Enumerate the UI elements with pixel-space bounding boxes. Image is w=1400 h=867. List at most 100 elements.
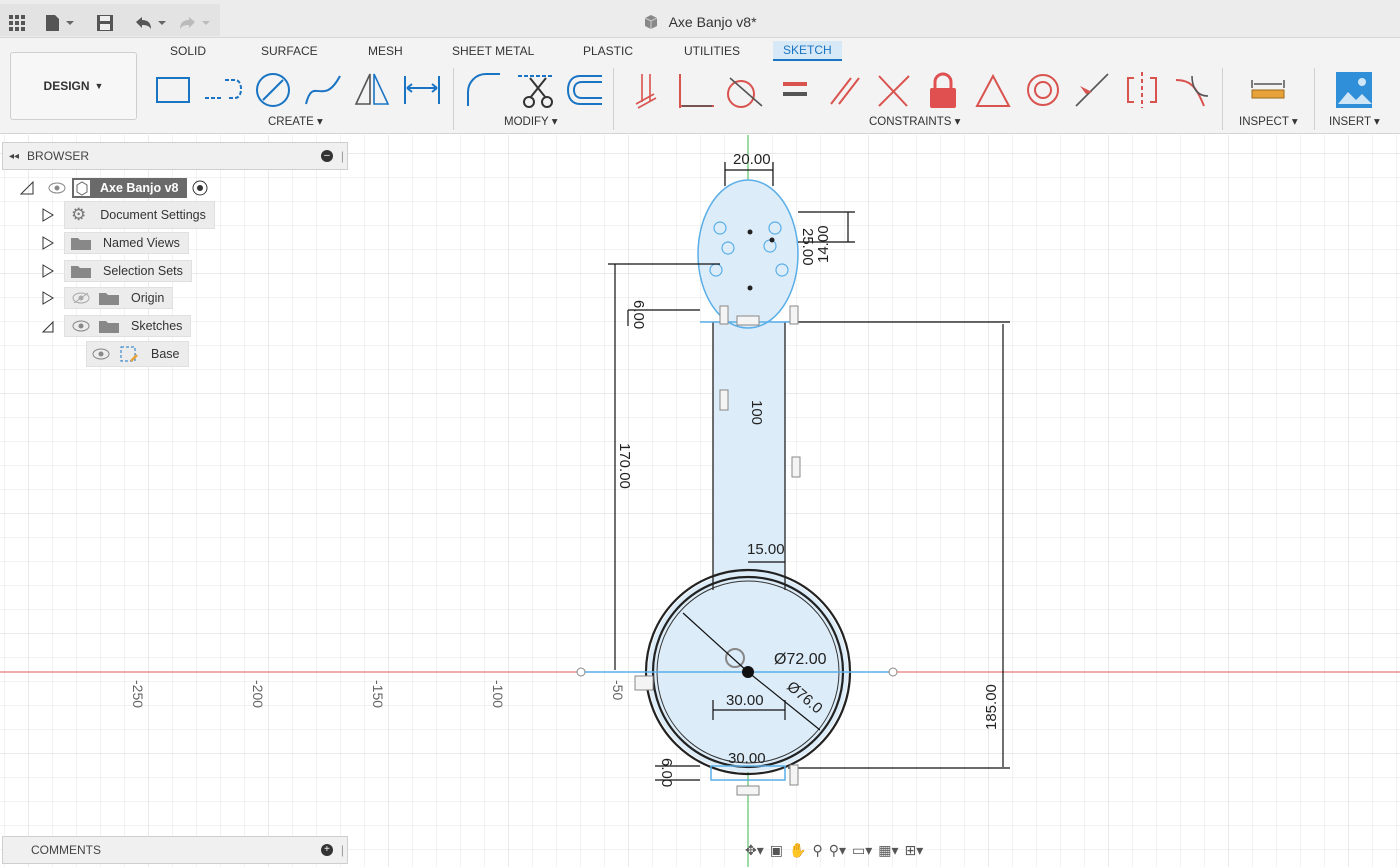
curvature-constraint-icon[interactable] <box>1172 70 1212 110</box>
title-bar: Axe Banjo v8* <box>0 0 1400 38</box>
hidden-eye-icon[interactable] <box>71 292 91 304</box>
tab-solid[interactable]: SOLID <box>170 44 206 58</box>
look-at-icon[interactable]: ▣ <box>770 842 783 859</box>
grid-settings-icon[interactable]: ▦▾ <box>878 842 898 859</box>
dimension-label[interactable]: 14.00 <box>815 225 832 263</box>
tree-item-named-views[interactable]: Named Views <box>42 232 189 254</box>
tree-label-box[interactable]: Base <box>86 341 189 367</box>
midpoint-constraint-icon[interactable] <box>1072 70 1112 110</box>
dimension-label[interactable]: 20.00 <box>733 151 771 168</box>
tree-item-label: Document Settings <box>100 208 206 222</box>
zoom-icon[interactable]: ⚲ <box>812 842 822 859</box>
dimension-label[interactable]: 185.00 <box>983 684 1000 730</box>
tree-label-box[interactable]: Named Views <box>64 232 189 254</box>
tangent-constraint-icon[interactable] <box>724 70 764 110</box>
root-component[interactable]: Axe Banjo v8 <box>72 178 187 198</box>
tab-plastic[interactable]: PLASTIC <box>583 44 633 58</box>
collapse-panel-icon[interactable]: ◂◂ <box>9 151 19 162</box>
visibility-eye-icon[interactable] <box>91 348 111 360</box>
tree-label-box[interactable]: ⚙ Document Settings <box>64 201 215 229</box>
symmetry-constraint-icon[interactable] <box>1122 70 1162 110</box>
tree-item-selection-sets[interactable]: Selection Sets <box>42 260 192 282</box>
expand-triangle-icon[interactable] <box>20 181 34 195</box>
minimize-icon[interactable]: – <box>320 150 333 162</box>
modify-group-label[interactable]: MODIFY ▾ <box>504 114 557 128</box>
parallel-constraint-icon[interactable] <box>825 70 865 110</box>
panel-grip-icon[interactable]: | <box>341 149 344 163</box>
sketch-canvas[interactable]: -250 -200 -150 -100 -50 20.00 14.00 25.0… <box>0 135 1400 867</box>
folder-icon <box>99 293 119 305</box>
dimension-label[interactable]: 25.00 <box>799 228 816 266</box>
spline-tool-icon[interactable] <box>303 70 343 110</box>
fix-lock-icon[interactable] <box>923 70 963 110</box>
display-settings-icon[interactable]: ▭▾ <box>852 842 872 859</box>
constraints-group-label[interactable]: CONSTRAINTS ▾ <box>869 114 960 128</box>
dimension-label[interactable]: 6.00 <box>630 300 647 329</box>
collinear-constraint-icon[interactable] <box>676 70 716 110</box>
tree-item-label: Selection Sets <box>103 264 183 278</box>
ribbon: SOLID SURFACE MESH SHEET METAL PLASTIC U… <box>0 38 1400 134</box>
equal-constraint-icon[interactable] <box>775 70 815 110</box>
rectangle-tool-icon[interactable] <box>153 70 193 110</box>
tab-sketch[interactable]: SKETCH <box>773 41 842 61</box>
dimension-label[interactable]: 6.00 <box>658 758 675 787</box>
visibility-eye-icon[interactable] <box>71 320 91 332</box>
perpendicular-constraint-icon[interactable] <box>873 70 913 110</box>
mirror-tool-icon[interactable] <box>352 70 392 110</box>
tab-mesh[interactable]: MESH <box>368 44 403 58</box>
separator <box>1314 68 1315 130</box>
trim-tool-icon[interactable] <box>516 70 556 110</box>
activate-radio-icon[interactable] <box>191 179 209 197</box>
line-endpoint[interactable] <box>888 667 898 677</box>
measure-ruler-icon[interactable] <box>1248 70 1288 110</box>
tree-root[interactable]: Axe Banjo v8 <box>20 177 209 199</box>
orbit-icon[interactable]: ✥▾ <box>745 842 764 859</box>
line-tool-icon[interactable] <box>203 70 243 110</box>
tree-item-sketches[interactable]: Sketches <box>42 315 192 337</box>
concentric-constraint-icon[interactable] <box>1023 70 1063 110</box>
dimension-label[interactable]: Ø72.00 <box>774 651 827 668</box>
line-endpoint[interactable] <box>576 667 586 677</box>
inspect-group-label[interactable]: INSPECT ▾ <box>1239 114 1298 128</box>
separator <box>613 68 614 130</box>
panel-grip-icon[interactable]: | <box>341 843 344 857</box>
dimension-label[interactable]: 30.00 <box>728 750 766 767</box>
tick-label: -50 <box>610 680 626 700</box>
tab-sheet-metal[interactable]: SHEET METAL <box>452 44 534 58</box>
expand-triangle-icon[interactable] <box>42 236 54 250</box>
tree-item-document-settings[interactable]: ⚙ Document Settings <box>42 201 215 229</box>
expand-triangle-icon[interactable] <box>42 291 54 305</box>
expanded-triangle-icon[interactable] <box>42 319 54 333</box>
workspace-switcher[interactable]: DESIGN ▼ <box>10 52 137 120</box>
add-comment-icon[interactable]: + <box>320 844 333 856</box>
triangle-constraint-icon[interactable] <box>973 70 1013 110</box>
circle-tool-icon[interactable] <box>253 70 293 110</box>
workspace-label: DESIGN <box>43 79 90 93</box>
tree-item-origin[interactable]: Origin <box>42 287 174 309</box>
dimension-tool-icon[interactable] <box>402 70 442 110</box>
tree-label-box[interactable]: Selection Sets <box>64 260 192 282</box>
coincident-constraint-icon[interactable] <box>626 70 666 110</box>
tree-label-box[interactable]: Sketches <box>64 315 192 337</box>
dimension-label[interactable]: 30.00 <box>726 692 764 709</box>
insert-image-icon[interactable] <box>1334 70 1374 110</box>
dimension-label[interactable]: 15.00 <box>747 541 785 558</box>
viewports-icon[interactable]: ⊞▾ <box>905 842 924 859</box>
tick-label: -200 <box>250 680 266 708</box>
offset-tool-icon[interactable] <box>564 70 604 110</box>
visibility-eye-icon[interactable] <box>48 182 66 194</box>
dimension-label[interactable]: 170.00 <box>616 443 633 489</box>
tab-surface[interactable]: SURFACE <box>261 44 318 58</box>
fit-icon[interactable]: ⚲▾ <box>829 842 846 859</box>
tree-label-box[interactable]: Origin <box>64 287 174 309</box>
expand-triangle-icon[interactable] <box>42 208 54 222</box>
dimension-label[interactable]: 100 <box>748 400 765 425</box>
create-group-label[interactable]: CREATE ▾ <box>268 114 323 128</box>
fillet-tool-icon[interactable] <box>464 70 504 110</box>
insert-group-label[interactable]: INSERT ▾ <box>1329 114 1380 128</box>
tree-item-base-sketch[interactable]: Base <box>86 341 189 367</box>
pan-hand-icon[interactable]: ✋ <box>789 842 806 859</box>
expand-triangle-icon[interactable] <box>42 264 54 278</box>
comments-title: COMMENTS <box>31 843 101 857</box>
tab-utilities[interactable]: UTILITIES <box>684 44 740 58</box>
